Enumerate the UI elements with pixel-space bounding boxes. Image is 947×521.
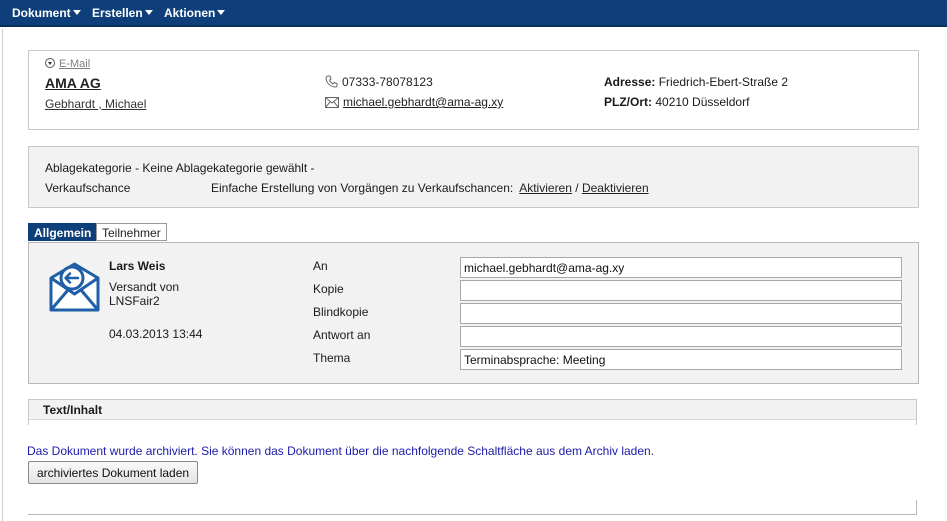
phone-number: 07333-78078123 <box>325 75 433 89</box>
tab-allgemein[interactable]: Allgemein <box>28 223 98 241</box>
incoming-mail-icon <box>49 262 100 312</box>
bcc-label: Blindkopie <box>313 305 369 319</box>
envelope-icon <box>325 97 339 108</box>
sender-name: Lars Weis <box>109 259 166 273</box>
subject-label: Thema <box>313 351 351 365</box>
cc-label: Kopie <box>313 282 344 296</box>
deactivate-link[interactable]: Deaktivieren <box>582 181 649 195</box>
collapse-circle-icon <box>45 58 55 68</box>
to-label: An <box>313 259 328 273</box>
phone-number-text: 07333-78078123 <box>342 75 433 89</box>
text-content-section: Text/Inhalt <box>28 399 917 425</box>
email-address-link[interactable]: michael.gebhardt@ama-ag.xy <box>343 95 503 109</box>
text-content-header: Text/Inhalt <box>29 400 916 420</box>
activate-link[interactable]: Aktivieren <box>519 181 572 195</box>
caret-down-icon <box>217 10 226 15</box>
sent-date: 04.03.2013 13:44 <box>109 327 203 341</box>
tab-teilnehmer[interactable]: Teilnehmer <box>96 223 167 241</box>
to-field[interactable] <box>460 257 902 278</box>
menu-erstellen-label: Erstellen <box>92 6 143 20</box>
city-row: PLZ/Ort: 40210 Düsseldorf <box>604 95 749 109</box>
contact-header: E-Mail AMA AG Gebhardt , Michael 07333-7… <box>28 50 919 130</box>
caret-down-icon <box>72 10 81 15</box>
address-label: Adresse: <box>604 75 656 89</box>
sales-chance-options: Einfache Erstellung von Vorgängen zu Ver… <box>211 181 649 195</box>
bottom-divider-right <box>916 500 917 515</box>
city-label: PLZ/Ort: <box>604 95 652 109</box>
message-details-panel: Lars Weis Versandt von LNSFair2 04.03.20… <box>28 242 919 384</box>
sales-chance-description: Einfache Erstellung von Vorgängen zu Ver… <box>211 181 514 195</box>
company-link[interactable]: AMA AG <box>45 75 101 91</box>
city-value: 40210 Düsseldorf <box>655 95 750 109</box>
menu-erstellen[interactable]: Erstellen <box>92 6 153 20</box>
bcc-field[interactable] <box>460 303 902 324</box>
menu-aktionen[interactable]: Aktionen <box>164 6 226 20</box>
address-row: Adresse: Friedrich-Ebert-Straße 2 <box>604 75 788 89</box>
caret-down-icon <box>144 10 153 15</box>
address-value: Friedrich-Ebert-Straße 2 <box>658 75 789 89</box>
bottom-divider <box>28 514 917 515</box>
email-toggle[interactable]: E-Mail <box>45 58 90 70</box>
filing-category-text: Ablagekategorie - Keine Ablagekategorie … <box>45 161 315 175</box>
subject-field[interactable] <box>460 349 902 370</box>
reply-to-label: Antwort an <box>313 328 371 342</box>
category-panel: Ablagekategorie - Keine Ablagekategorie … <box>28 146 919 208</box>
sent-via-text: Versandt von LNSFair2 <box>109 280 180 308</box>
menu-dokument-label: Dokument <box>12 6 71 20</box>
phone-icon <box>325 75 338 88</box>
email-toggle-label: E-Mail <box>59 58 91 70</box>
load-archived-document-button[interactable]: archiviertes Dokument laden <box>28 461 199 484</box>
cc-field[interactable] <box>460 280 902 301</box>
sales-chance-label: Verkaufschance <box>45 181 131 195</box>
top-menu-bar: Dokument Erstellen Aktionen <box>0 0 947 27</box>
content-frame-border <box>2 29 3 521</box>
archive-notice: Das Dokument wurde archiviert. Sie könne… <box>27 444 655 458</box>
contact-person-link[interactable]: Gebhardt , Michael <box>45 97 146 111</box>
email-address: michael.gebhardt@ama-ag.xy <box>325 95 503 109</box>
link-separator: / <box>575 181 579 195</box>
menu-dokument[interactable]: Dokument <box>12 6 81 20</box>
reply-to-field[interactable] <box>460 326 902 347</box>
menu-aktionen-label: Aktionen <box>164 6 216 20</box>
